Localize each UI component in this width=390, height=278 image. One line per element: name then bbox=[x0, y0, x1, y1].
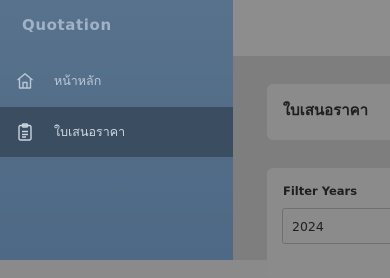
filter-years-label: Filter Years bbox=[283, 184, 358, 198]
app-title: Quotation bbox=[22, 16, 112, 34]
sidebar: Quotation หน้าหลัก ใบเสนอราคา bbox=[0, 0, 233, 260]
filter-years-value: 2024 bbox=[292, 218, 324, 234]
page-title: ใบเสนอราคา bbox=[283, 101, 369, 119]
home-icon bbox=[14, 70, 36, 92]
top-bar bbox=[233, 0, 390, 56]
filter-years-input[interactable]: 2024 bbox=[282, 208, 390, 244]
sidebar-item-label: ใบเสนอราคา bbox=[54, 124, 126, 139]
clipboard-icon bbox=[14, 121, 36, 143]
sidebar-item-home[interactable]: หน้าหลัก bbox=[0, 56, 233, 106]
sidebar-item-label: หน้าหลัก bbox=[54, 73, 102, 88]
sidebar-item-quotation[interactable]: ใบเสนอราคา bbox=[0, 107, 233, 157]
